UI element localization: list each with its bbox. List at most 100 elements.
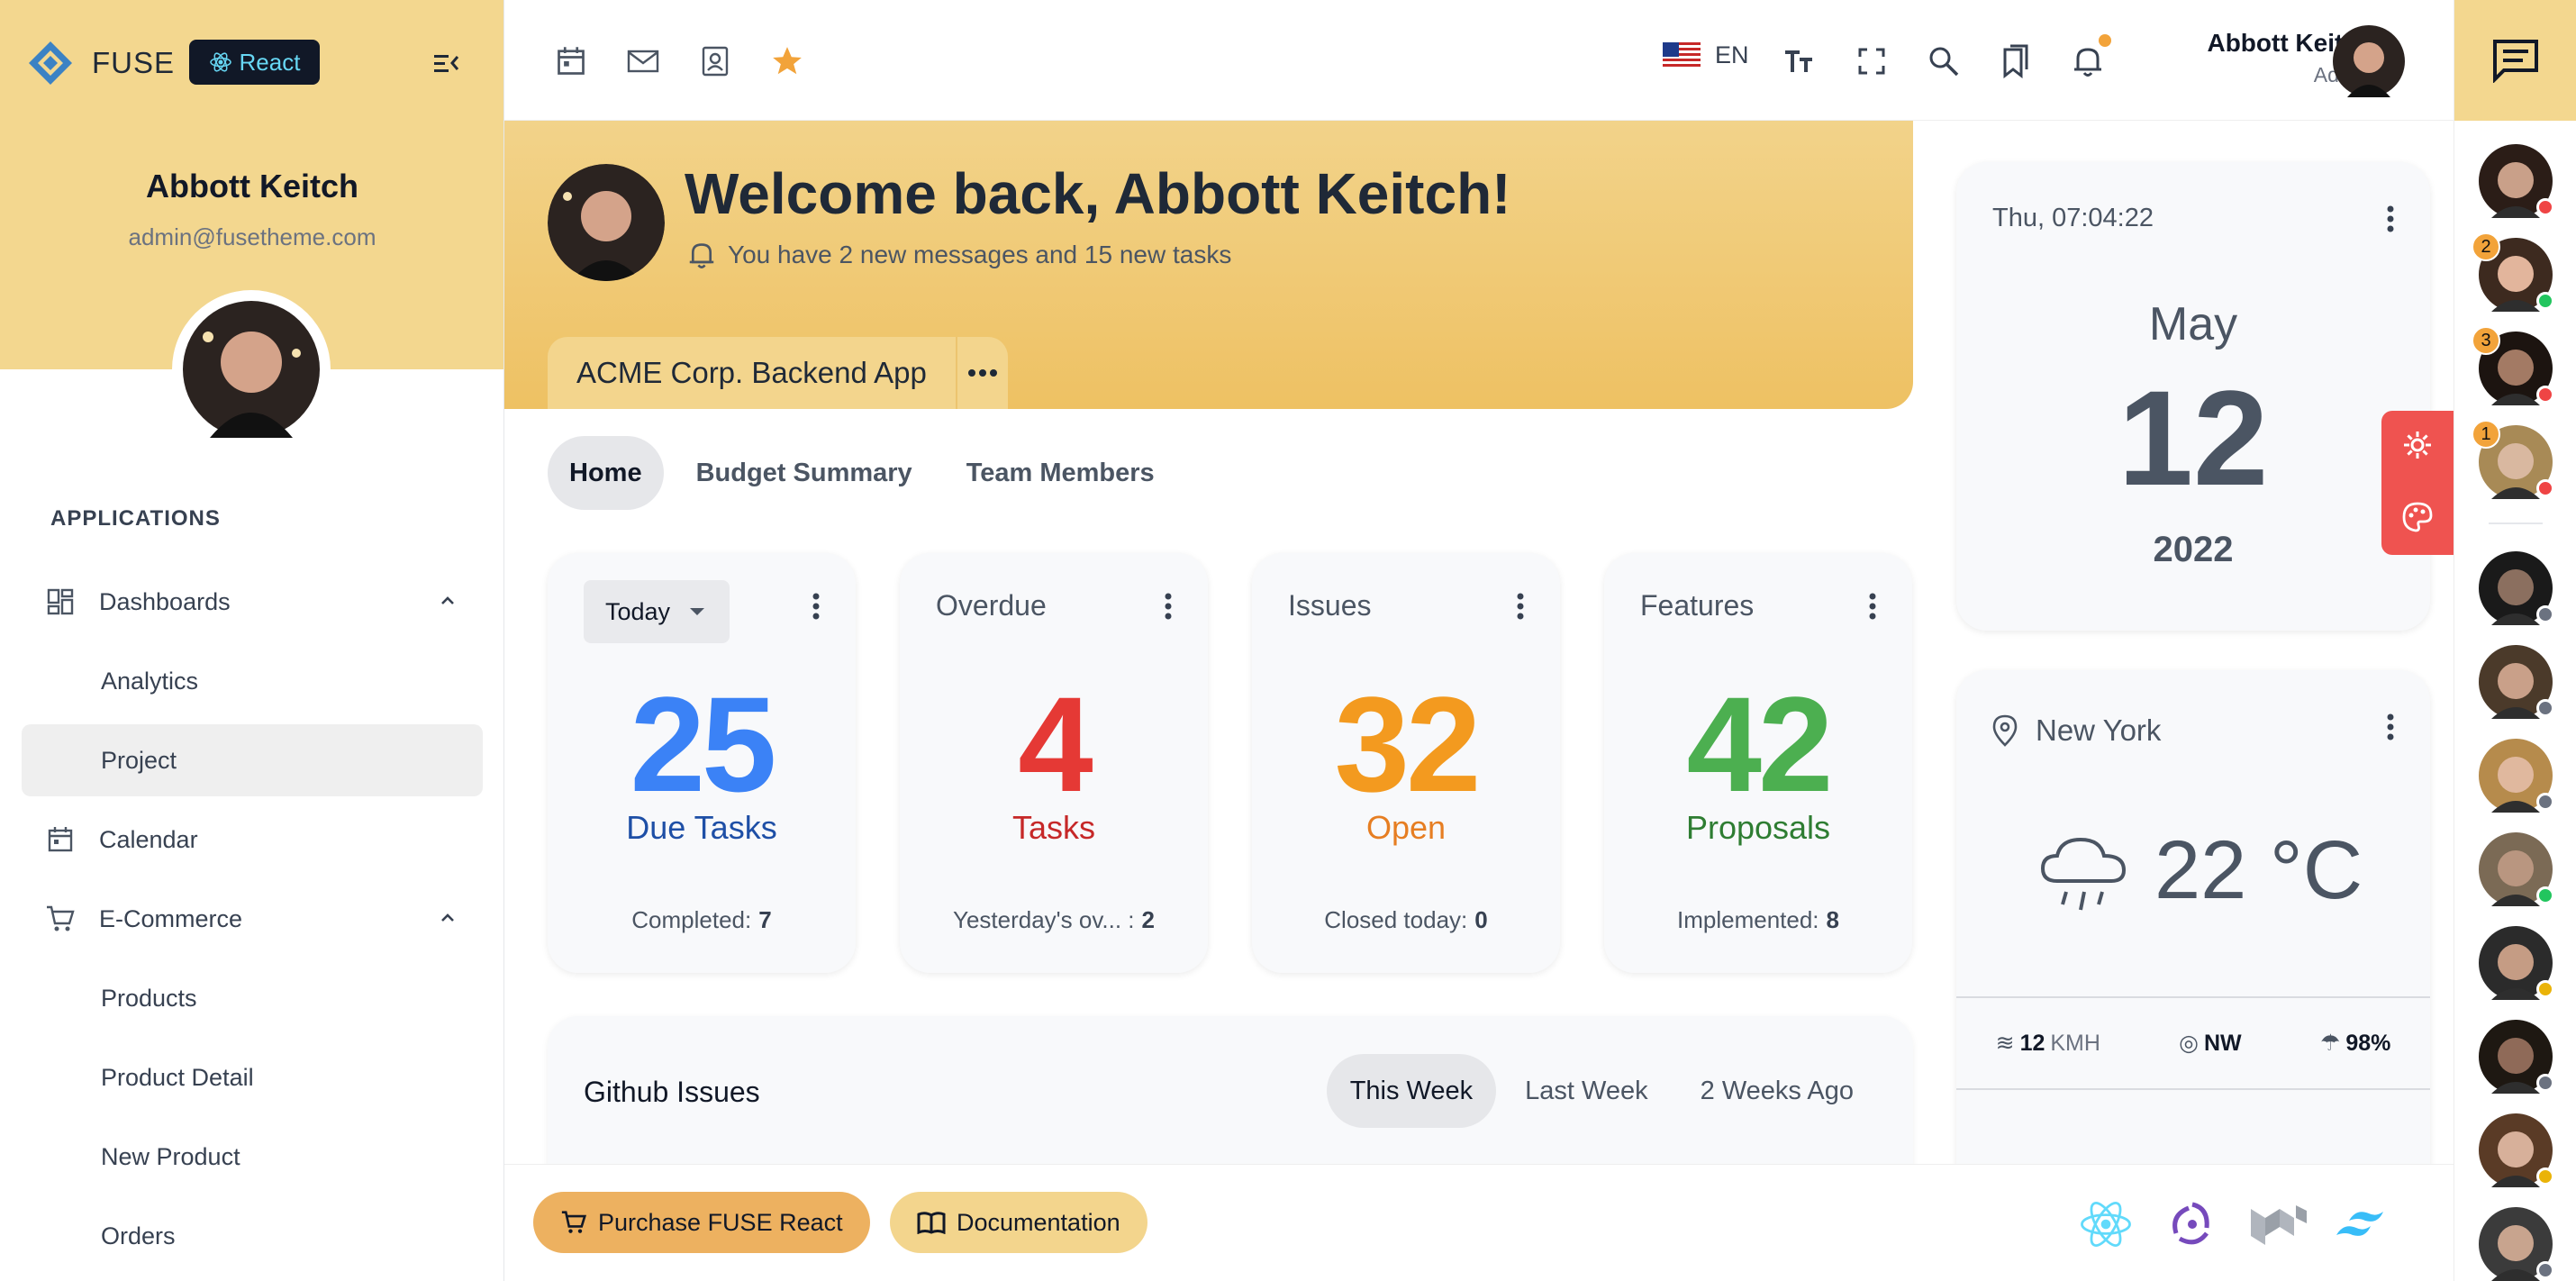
card-menu-button[interactable] <box>1869 593 1876 624</box>
sidebar-item-label: Dashboards <box>99 587 231 615</box>
calendar-icon <box>22 825 99 854</box>
documentation-button-label: Documentation <box>957 1208 1120 1236</box>
search-icon <box>1929 47 1959 77</box>
search-button[interactable] <box>1922 40 1965 83</box>
date-menu-button[interactable] <box>2387 205 2394 237</box>
contact-avatar[interactable] <box>2479 1113 2554 1187</box>
sidebar-item-project[interactable]: Project <box>22 724 483 796</box>
weather-menu-button[interactable] <box>2387 713 2394 745</box>
mui-icon[interactable] <box>2246 1192 2311 1257</box>
sidebar-item-analytics[interactable]: Analytics <box>22 645 483 717</box>
sidebar-toggle-button[interactable] <box>428 47 464 79</box>
contact-avatar[interactable]: 3 <box>2472 326 2554 405</box>
star-icon <box>773 47 802 75</box>
stat-footer-value: 2 <box>1141 906 1155 933</box>
card-menu-button[interactable] <box>1165 593 1172 624</box>
stat-card-features: Features 42 Proposals Implemented: 8 <box>1604 553 1912 973</box>
more-vertical-icon <box>1517 593 1524 620</box>
mail-shortcut-button[interactable] <box>621 40 665 83</box>
contact-avatar[interactable] <box>2479 739 2554 813</box>
sidebar-avatar[interactable] <box>172 290 331 449</box>
tab-home[interactable]: Home <box>548 436 664 510</box>
contacts-shortcut-button[interactable] <box>694 40 737 83</box>
more-vertical-icon <box>1165 593 1172 620</box>
tab-last-week[interactable]: Last Week <box>1501 1054 1671 1128</box>
tab-2-weeks-ago[interactable]: 2 Weeks Ago <box>1677 1054 1877 1128</box>
contact-avatar[interactable] <box>2479 1207 2554 1281</box>
bookmarks-icon <box>2003 44 2028 78</box>
status-indicator <box>2536 292 2554 310</box>
chat-panel-button[interactable] <box>2454 0 2576 121</box>
sidebar-item-orders[interactable]: Orders <box>22 1200 483 1272</box>
contact-avatar[interactable] <box>2479 926 2554 1000</box>
fullscreen-button[interactable] <box>1850 40 1893 83</box>
sidebar-item-calendar[interactable]: Calendar <box>22 804 483 876</box>
sidebar-item-ecommerce[interactable]: E-Commerce <box>22 883 483 955</box>
project-selector[interactable]: ACME Corp. Backend App <box>548 337 1008 409</box>
wind-speed-value: 12 <box>2019 1031 2045 1056</box>
status-indicator <box>2536 1261 2554 1279</box>
sidebar-item-new-product[interactable]: New Product <box>22 1121 483 1193</box>
chevron-up-icon[interactable] <box>438 906 458 934</box>
contact-avatar[interactable] <box>2479 645 2554 719</box>
contacts-icon <box>702 46 729 77</box>
card-menu-button[interactable] <box>812 593 820 624</box>
stat-label: Due Tasks <box>626 809 777 846</box>
stat-footer-label: Yesterday's ov... : <box>953 906 1135 933</box>
stat-label: Open <box>1365 809 1447 846</box>
chevron-up-icon[interactable] <box>438 589 458 617</box>
stat-card-issues: Issues 32 Open Closed today: 0 <box>1252 553 1560 973</box>
stat-value: 42 <box>1686 668 1834 820</box>
user-avatar[interactable] <box>2333 25 2405 102</box>
documentation-button[interactable]: Documentation <box>890 1192 1147 1253</box>
settings-button[interactable] <box>2401 429 2434 466</box>
text-size-icon <box>1785 50 1812 72</box>
react-icon[interactable] <box>2073 1192 2138 1257</box>
tailwind-icon[interactable] <box>2333 1192 2398 1257</box>
brand-name: FUSE <box>92 46 176 79</box>
github-issues-title: Github Issues <box>584 1076 760 1108</box>
contact-avatar[interactable] <box>2479 144 2554 218</box>
humidity-value: 98% <box>2345 1031 2391 1056</box>
tab-budget-summary[interactable]: Budget Summary <box>675 436 934 510</box>
logo[interactable]: FUSE <box>27 40 175 86</box>
purchase-button[interactable]: Purchase FUSE React <box>533 1192 870 1253</box>
favorite-shortcut-button[interactable] <box>766 40 809 83</box>
date-day: 12 <box>2118 362 2269 513</box>
project-name[interactable]: ACME Corp. Backend App <box>548 337 956 409</box>
sidebar: FUSE React Abbott Keitch admin@fusetheme… <box>0 0 504 1281</box>
bookmarks-button[interactable] <box>1994 40 2037 83</box>
tab-team-members[interactable]: Team Members <box>945 436 1176 510</box>
stat-title: Issues <box>1288 589 1372 622</box>
redux-icon[interactable] <box>2160 1192 2225 1257</box>
font-size-button[interactable] <box>1778 40 1821 83</box>
chat-icon <box>2493 40 2538 83</box>
sidebar-item-label: Product Detail <box>101 1063 254 1091</box>
wind-direction-value: NW <box>2204 1031 2242 1056</box>
book-icon <box>917 1212 946 1234</box>
stat-footer-label: Completed: <box>631 906 752 933</box>
period-select-value: Today <box>605 597 671 625</box>
sidebar-item-label: New Product <box>101 1142 240 1170</box>
welcome-title: Welcome back, Abbott Keitch! <box>685 161 1511 226</box>
language-selector[interactable]: EN <box>1663 41 1749 69</box>
tab-this-week[interactable]: This Week <box>1326 1054 1497 1128</box>
card-menu-button[interactable] <box>1517 593 1524 624</box>
contact-avatar[interactable]: 1 <box>2472 420 2554 499</box>
project-more-button[interactable] <box>955 337 1008 409</box>
bell-icon <box>689 243 714 268</box>
contact-avatar[interactable] <box>2479 1020 2554 1094</box>
theme-button[interactable] <box>2401 501 2434 538</box>
sidebar-item-product-detail[interactable]: Product Detail <box>22 1041 483 1113</box>
contact-avatar[interactable]: 2 <box>2472 232 2554 312</box>
contact-avatar[interactable] <box>2479 551 2554 625</box>
contact-avatar[interactable] <box>2479 832 2554 906</box>
sidebar-item-products[interactable]: Products <box>22 962 483 1034</box>
stat-footer-label: Implemented: <box>1677 906 1819 933</box>
period-select[interactable]: Today <box>584 580 730 643</box>
contacts-rail: 2 3 1 <box>2454 0 2576 1281</box>
calendar-shortcut-button[interactable] <box>549 40 593 83</box>
more-vertical-icon <box>2387 713 2394 740</box>
stat-label: Tasks <box>1011 809 1096 846</box>
sidebar-item-dashboards[interactable]: Dashboards <box>22 566 483 638</box>
